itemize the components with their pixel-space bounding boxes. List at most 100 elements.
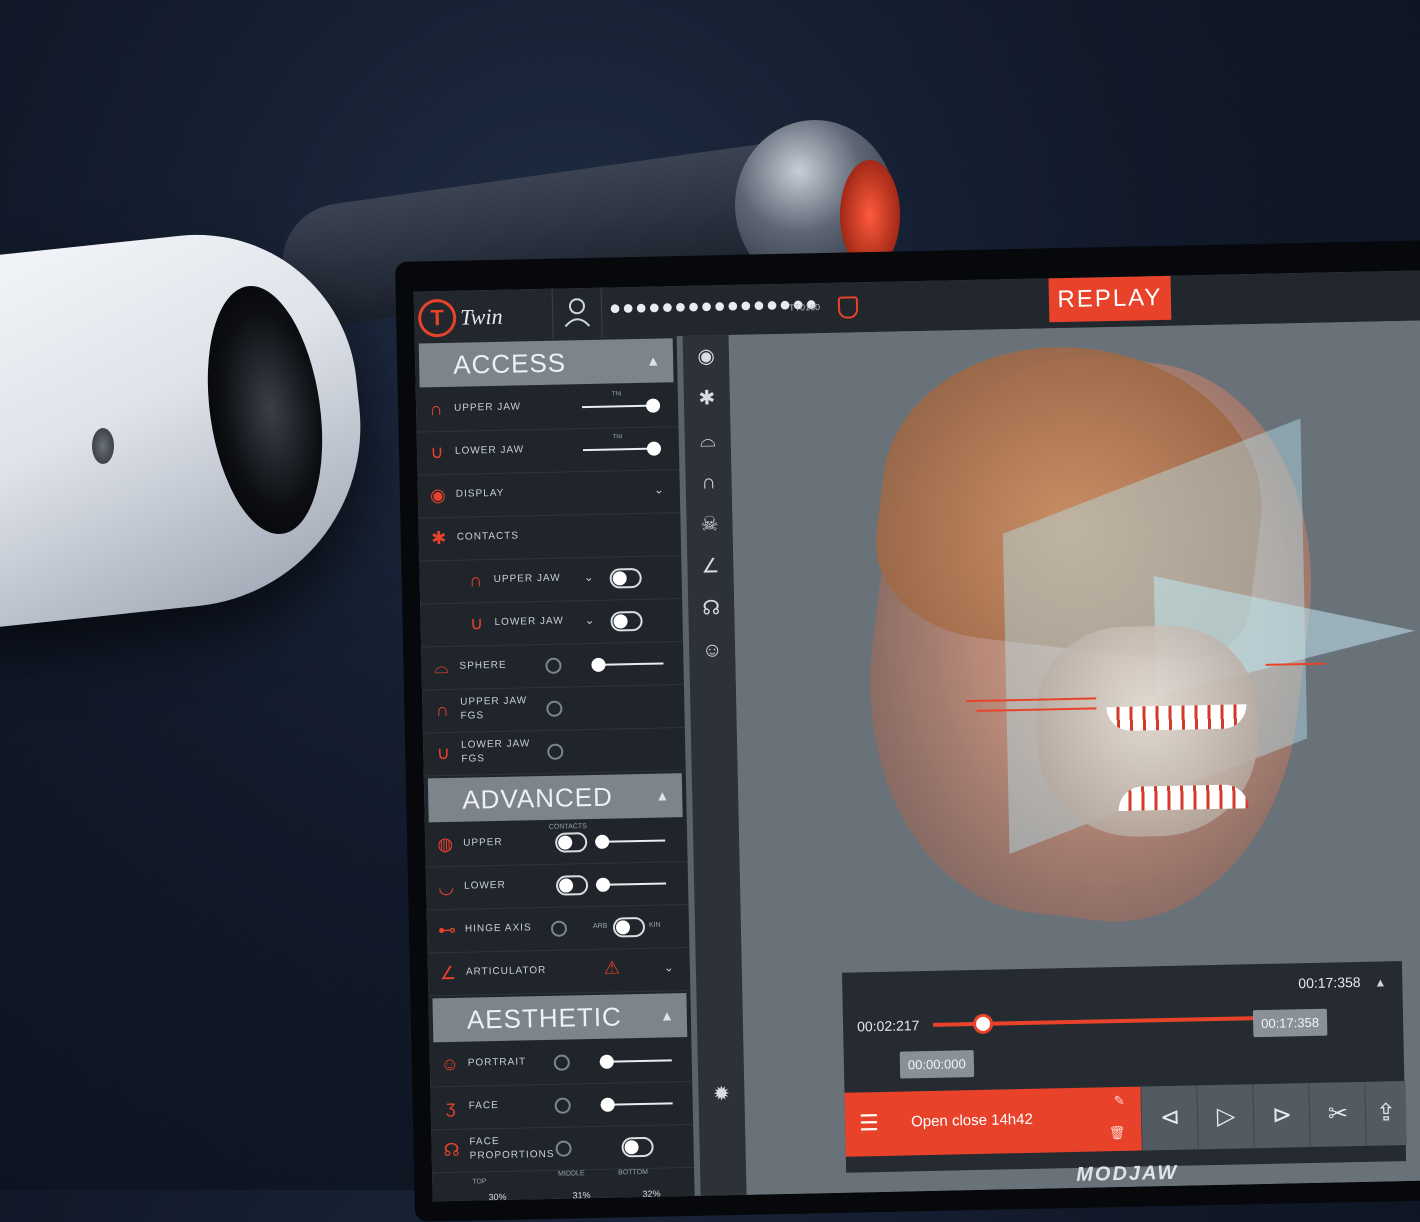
middle-caption: MIDDLE: [558, 1170, 585, 1178]
trash-icon[interactable]: 🗑: [1109, 1125, 1126, 1141]
lower-jaw-label: LOWER JAW: [454, 444, 525, 457]
face-slider[interactable]: [600, 1097, 673, 1112]
settings-icon[interactable]: [554, 1097, 571, 1114]
password-field[interactable]: ●●●●●●●●●●●●●●●●: [609, 293, 819, 320]
user-button[interactable]: [551, 287, 603, 339]
face-icon[interactable]: ☺: [689, 629, 736, 672]
sphere-icon[interactable]: ⌓: [684, 419, 731, 462]
articulator-row[interactable]: ∠ ARTICULATOR ⚠ ⌄: [427, 947, 691, 997]
contacts-upper-toggle[interactable]: [609, 567, 642, 589]
sphere-slider[interactable]: [591, 657, 664, 672]
chevron-up-icon[interactable]: ▲: [1374, 975, 1386, 989]
face-proportions-label: FACE PROPORTIONS: [469, 1136, 555, 1162]
portrait-label: PORTRAIT: [467, 1056, 527, 1069]
logo-text: Twin: [459, 303, 503, 330]
hinge-axis-icon: ⊷: [437, 919, 457, 941]
slider-knob[interactable]: [645, 398, 661, 413]
hinge-axis-toggle[interactable]: [612, 916, 646, 938]
contacts-lower-toggle[interactable]: [610, 610, 643, 632]
display-row[interactable]: ◉ DISPLAY ⌄: [417, 470, 681, 519]
eye-icon[interactable]: ◉: [683, 335, 730, 378]
head-icon[interactable]: ☊: [688, 587, 735, 630]
face-icon: ʒ: [445, 1096, 456, 1118]
settings-icon[interactable]: [547, 743, 564, 760]
lower-jaw-slider[interactable]: TNI: [582, 434, 662, 456]
advanced-upper-row: ◍ UPPER CONTACTS: [424, 819, 688, 868]
cut-button[interactable]: ✂: [1308, 1081, 1367, 1148]
settings-icon[interactable]: [555, 1140, 572, 1157]
sphere-row: ⌓ SPHERE: [421, 642, 684, 691]
chevron-down-icon[interactable]: ⌄: [584, 613, 594, 627]
slider-knob[interactable]: [595, 877, 611, 892]
prev-frame-button[interactable]: ⊲: [1140, 1085, 1199, 1151]
replay-button[interactable]: REPLAY: [1048, 275, 1172, 323]
portrait-slider[interactable]: [599, 1054, 672, 1069]
upper-jaw-slider[interactable]: TNI: [582, 391, 661, 413]
sphere-label: SPHERE: [459, 659, 507, 672]
chevron-down-icon[interactable]: ⌄: [664, 960, 674, 974]
chevron-down-icon[interactable]: ⌄: [654, 482, 664, 496]
skull-icon[interactable]: ☠: [686, 503, 733, 546]
clip-bar[interactable]: ☰ Open close 14h42 ✎ 🗑: [844, 1086, 1142, 1157]
settings-icon[interactable]: [546, 700, 563, 717]
settings-icon[interactable]: [545, 657, 562, 674]
face-proportions-toggle[interactable]: [621, 1136, 654, 1158]
articulator-label: ARTICULATOR: [465, 964, 547, 978]
play-icon: ▷: [1216, 1102, 1236, 1130]
access-header[interactable]: ACCESS ▲: [418, 338, 674, 388]
advanced-lower-slider[interactable]: [595, 877, 667, 892]
face-label: FACE: [468, 1100, 499, 1112]
face-row: ʒ FACE: [430, 1081, 694, 1131]
jaw-icon[interactable]: ∩: [685, 461, 732, 504]
advanced-header[interactable]: ADVANCED ▲: [427, 773, 683, 823]
sun-icon[interactable]: ✹: [698, 1073, 745, 1116]
slider-knob[interactable]: [600, 1097, 615, 1112]
upper-tooth-icon: ◍: [437, 833, 454, 855]
upper-teeth: [1106, 704, 1247, 732]
play-button[interactable]: ▷: [1196, 1084, 1255, 1150]
lower-teeth: [1118, 784, 1249, 811]
current-time: 00:02:217: [856, 1017, 920, 1035]
start-marker[interactable]: 00:00:000: [899, 1050, 975, 1079]
settings-icon[interactable]: [550, 920, 568, 937]
end-marker[interactable]: 00:17:358: [1252, 1008, 1328, 1038]
upper-jaw-icon: ∩: [435, 699, 450, 721]
edit-icon[interactable]: ✎: [1114, 1093, 1125, 1109]
advanced-upper-slider[interactable]: [595, 834, 666, 849]
lower-jaw-row: ∪ LOWER JAW TNI: [416, 427, 680, 476]
access-title: ACCESS: [452, 347, 567, 380]
top-value: 30%: [488, 1191, 507, 1202]
aesthetic-header[interactable]: AESTHETIC ▲: [432, 993, 688, 1043]
lower-jaw-icon: ∪: [430, 442, 444, 463]
contacts-icon: ✱: [431, 527, 447, 549]
eye-icon: ◉: [429, 484, 446, 506]
slider-knob[interactable]: [595, 834, 610, 849]
shield-icon[interactable]: [837, 296, 859, 319]
lower-jaw-icon: ∪: [436, 742, 451, 764]
chevron-down-icon[interactable]: ⌄: [583, 570, 593, 584]
chevron-up-icon[interactable]: ▲: [646, 338, 662, 382]
head-icon: ☊: [443, 1139, 460, 1161]
upper-jaw-icon: ∩: [429, 399, 443, 420]
menu-icon[interactable]: ☰: [859, 1110, 879, 1136]
contacts-label: CONTACTS: [456, 530, 520, 543]
share-button[interactable]: ⇪: [1364, 1081, 1407, 1146]
3d-viewport[interactable]: 00:02:217 00:17:358 ▲ 00:00:000 00:17:35…: [728, 320, 1420, 1195]
hinge-axis-row: ⊷ HINGE AXIS ARB KIN: [426, 904, 690, 954]
next-frame-button[interactable]: ⊳: [1252, 1083, 1311, 1149]
advanced-upper-toggle[interactable]: [554, 832, 588, 853]
arb-label: ARB: [592, 922, 608, 930]
chevron-up-icon[interactable]: ▲: [655, 773, 671, 817]
chevron-up-icon[interactable]: ▲: [660, 993, 676, 1037]
contacts-upper-label: UPPER JAW: [493, 572, 561, 586]
timeline-playhead[interactable]: [972, 1013, 994, 1035]
slider-knob[interactable]: [591, 657, 606, 672]
advanced-title: ADVANCED: [461, 781, 614, 815]
lower-tooth-icon: ◡: [438, 876, 455, 898]
advanced-lower-toggle[interactable]: [555, 875, 589, 896]
angle-icon[interactable]: ∠: [687, 545, 734, 588]
slider-knob[interactable]: [599, 1054, 614, 1069]
settings-icon[interactable]: [553, 1054, 570, 1071]
slider-knob[interactable]: [646, 441, 662, 456]
contacts-icon[interactable]: ✱: [683, 377, 730, 420]
